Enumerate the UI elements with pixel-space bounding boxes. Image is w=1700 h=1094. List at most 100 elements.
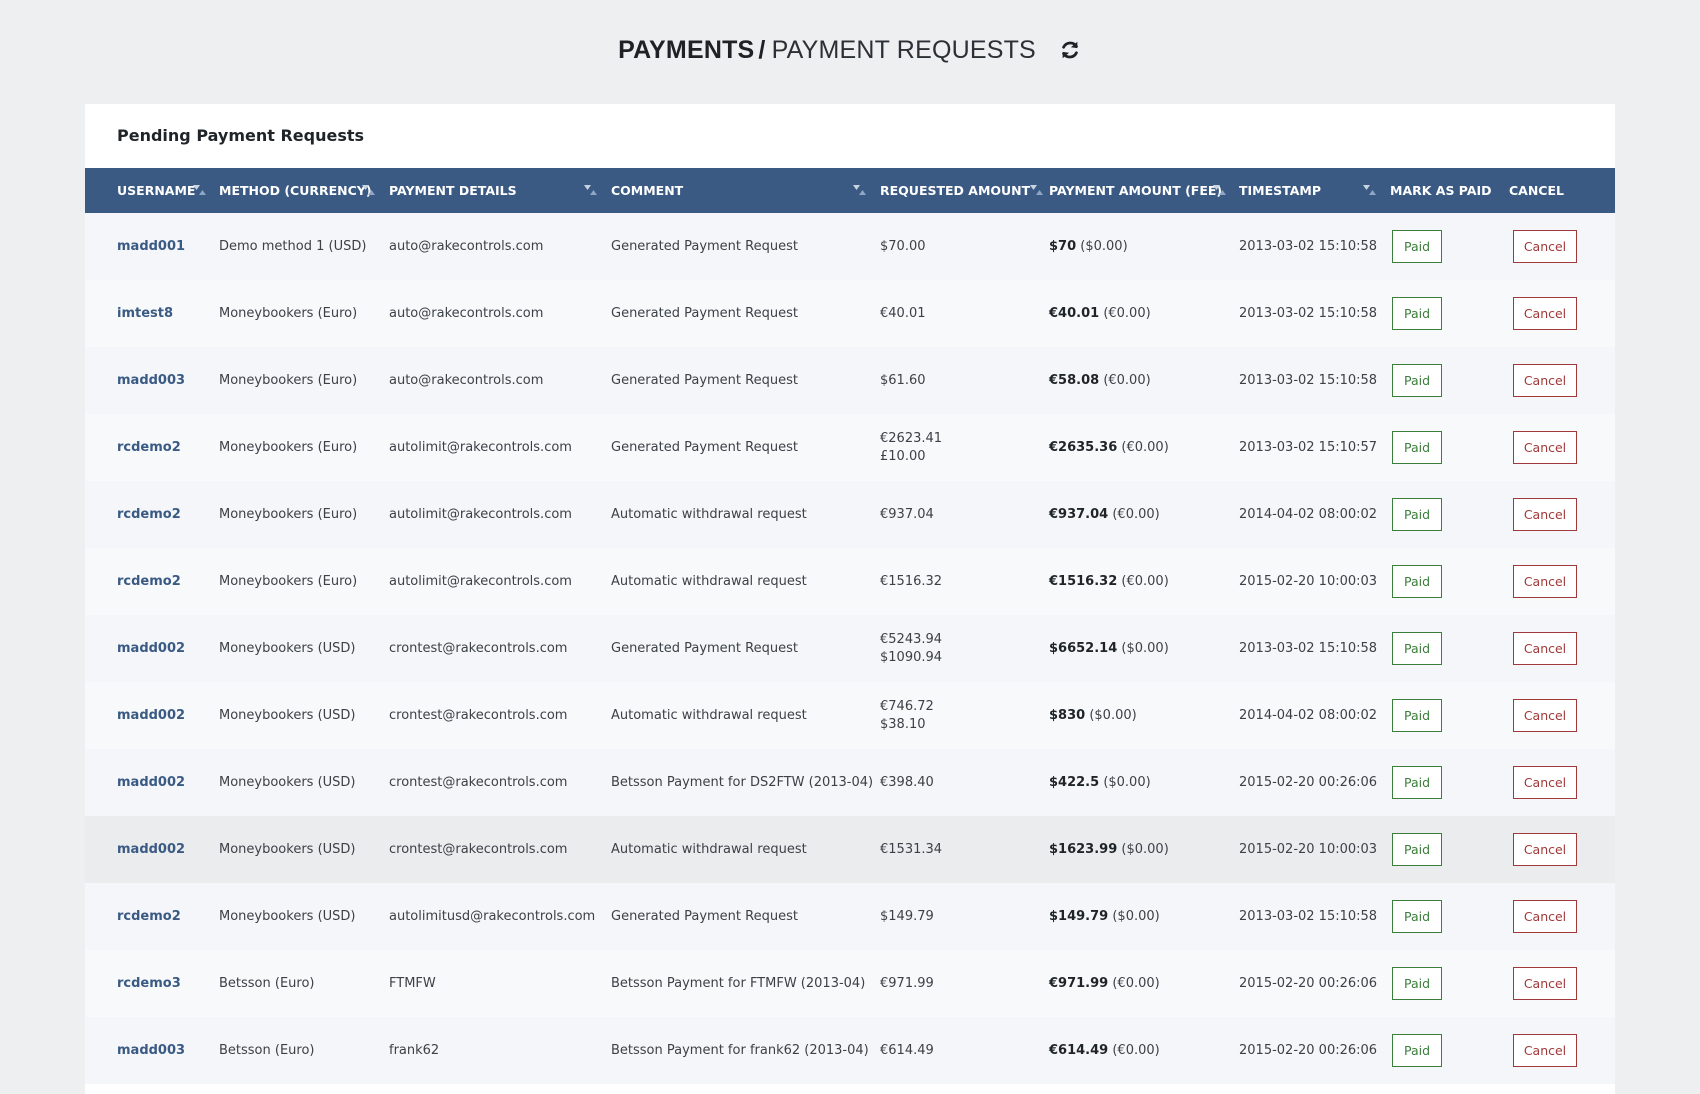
cancel-button[interactable]: Cancel: [1513, 833, 1577, 866]
sort-icon[interactable]: [853, 184, 867, 196]
method-cell: Moneybookers (USD): [219, 842, 356, 857]
paid-button[interactable]: Paid: [1392, 632, 1442, 665]
paid-button[interactable]: Paid: [1392, 833, 1442, 866]
paid-button[interactable]: Paid: [1392, 364, 1442, 397]
cancel-button[interactable]: Cancel: [1513, 632, 1577, 665]
payment-amount: €1516.32: [1049, 574, 1118, 589]
requested-amount-cell: €40.01: [880, 280, 1049, 347]
mark-as-paid-cell: Paid: [1390, 213, 1509, 280]
requested-amount-cell: €937.04: [880, 481, 1049, 548]
cancel-cell: Cancel: [1509, 883, 1615, 950]
page-title-subsection: PAYMENT REQUESTS: [771, 35, 1036, 64]
payment-amount: $422.5: [1049, 775, 1100, 790]
payment-details-cell: crontest@rakecontrols.com: [389, 775, 568, 790]
paid-button[interactable]: Paid: [1392, 1034, 1442, 1067]
requested-amount-value: €398.40: [880, 774, 934, 790]
payment-amount: €614.49: [1049, 1043, 1109, 1058]
paid-button[interactable]: Paid: [1392, 967, 1442, 1000]
page-title-separator: /: [758, 35, 766, 64]
mark-as-paid-cell: Paid: [1390, 548, 1509, 615]
paid-button[interactable]: Paid: [1392, 565, 1442, 598]
method-cell: Moneybookers (Euro): [219, 306, 358, 321]
table-row: madd002 Moneybookers (USD) crontest@rakeco…: [85, 615, 1615, 682]
sort-icon[interactable]: [584, 184, 598, 196]
cancel-button[interactable]: Cancel: [1513, 230, 1577, 263]
username-cell[interactable]: rcdemo2: [85, 414, 219, 481]
cancel-cell: Cancel: [1509, 749, 1615, 816]
payment-amount-cell: $149.79 ($0.00): [1049, 883, 1239, 950]
sort-icon[interactable]: [1213, 184, 1227, 196]
cancel-button[interactable]: Cancel: [1513, 967, 1577, 1000]
method-cell: Moneybookers (Euro): [219, 373, 358, 388]
cancel-button[interactable]: Cancel: [1513, 699, 1577, 732]
username-cell[interactable]: madd003: [85, 1017, 219, 1084]
username-cell[interactable]: madd002: [85, 816, 219, 883]
pending-requests-card: Pending Payment Requests USERNAME METHOD…: [85, 104, 1615, 1094]
username-cell[interactable]: madd001: [85, 213, 219, 280]
column-header-payment-amount[interactable]: PAYMENT AMOUNT (FEE): [1049, 168, 1239, 213]
payment-fee: ($0.00): [1121, 641, 1169, 656]
requested-amount-value: $61.60: [880, 372, 926, 388]
cancel-button[interactable]: Cancel: [1513, 766, 1577, 799]
cancel-button[interactable]: Cancel: [1513, 297, 1577, 330]
payment-details-cell: crontest@rakecontrols.com: [389, 708, 568, 723]
username-cell[interactable]: rcdemo2: [85, 548, 219, 615]
payment-amount: €58.08: [1049, 373, 1100, 388]
table-row: imtest8 Moneybookers (Euro) auto@rakecontr…: [85, 280, 1615, 347]
cancel-button[interactable]: Cancel: [1513, 900, 1577, 933]
payment-requests-table: USERNAME METHOD (CURRENCY) PAYMENT DETAI…: [85, 168, 1615, 1084]
cancel-button[interactable]: Cancel: [1513, 431, 1577, 464]
timestamp-cell: 2013-03-02 15:10:58: [1239, 373, 1378, 388]
payment-amount-cell: €1516.32 (€0.00): [1049, 548, 1239, 615]
sort-icon[interactable]: [1030, 184, 1044, 196]
username-cell[interactable]: madd003: [85, 347, 219, 414]
timestamp-cell: 2015-02-20 10:00:03: [1239, 842, 1378, 857]
timestamp-cell: 2013-03-02 15:10:58: [1239, 641, 1378, 656]
table-row: madd002 Moneybookers (USD) crontest@rakeco…: [85, 816, 1615, 883]
cancel-cell: Cancel: [1509, 816, 1615, 883]
username-cell[interactable]: madd002: [85, 749, 219, 816]
comment-cell: Generated Payment Request: [611, 373, 798, 388]
username-cell[interactable]: rcdemo3: [85, 950, 219, 1017]
cancel-button[interactable]: Cancel: [1513, 1034, 1577, 1067]
paid-button[interactable]: Paid: [1392, 498, 1442, 531]
payment-fee: (€0.00): [1121, 440, 1169, 455]
paid-button[interactable]: Paid: [1392, 230, 1442, 263]
column-header-method[interactable]: METHOD (CURRENCY): [219, 168, 389, 213]
sort-icon[interactable]: [193, 184, 207, 196]
paid-button[interactable]: Paid: [1392, 900, 1442, 933]
sort-icon[interactable]: [1363, 184, 1377, 196]
column-header-username[interactable]: USERNAME: [85, 168, 219, 213]
method-cell: Demo method 1 (USD): [219, 239, 367, 254]
username-cell[interactable]: rcdemo2: [85, 481, 219, 548]
sort-icon[interactable]: [362, 184, 376, 196]
paid-button[interactable]: Paid: [1392, 766, 1442, 799]
refresh-icon[interactable]: [1058, 38, 1082, 62]
cancel-cell: Cancel: [1509, 347, 1615, 414]
payment-amount-cell: $1623.99 ($0.00): [1049, 816, 1239, 883]
cancel-button[interactable]: Cancel: [1513, 565, 1577, 598]
cancel-cell: Cancel: [1509, 414, 1615, 481]
payment-fee: (€0.00): [1121, 574, 1169, 589]
mark-as-paid-cell: Paid: [1390, 1017, 1509, 1084]
cancel-cell: Cancel: [1509, 682, 1615, 749]
timestamp-cell: 2015-02-20 00:26:06: [1239, 1043, 1378, 1058]
paid-button[interactable]: Paid: [1392, 431, 1442, 464]
table-row: madd003 Betsson (Euro) frank62 Betsson Paym…: [85, 1017, 1615, 1084]
paid-button[interactable]: Paid: [1392, 297, 1442, 330]
username-cell[interactable]: rcdemo2: [85, 883, 219, 950]
username-cell[interactable]: madd002: [85, 615, 219, 682]
timestamp-cell: 2015-02-20 00:26:06: [1239, 976, 1378, 991]
username-cell[interactable]: madd002: [85, 682, 219, 749]
paid-button[interactable]: Paid: [1392, 699, 1442, 732]
requested-amount-cell: €5243.94 $1090.94: [880, 615, 1049, 682]
column-header-comment[interactable]: COMMENT: [611, 168, 880, 213]
column-header-timestamp[interactable]: TIMESTAMP: [1239, 168, 1390, 213]
username-cell[interactable]: imtest8: [85, 280, 219, 347]
method-cell: Moneybookers (USD): [219, 708, 356, 723]
cancel-button[interactable]: Cancel: [1513, 498, 1577, 531]
payment-amount-cell: $70 ($0.00): [1049, 213, 1239, 280]
column-header-payment-details[interactable]: PAYMENT DETAILS: [389, 168, 611, 213]
cancel-button[interactable]: Cancel: [1513, 364, 1577, 397]
column-header-requested-amount[interactable]: REQUESTED AMOUNT: [880, 168, 1049, 213]
